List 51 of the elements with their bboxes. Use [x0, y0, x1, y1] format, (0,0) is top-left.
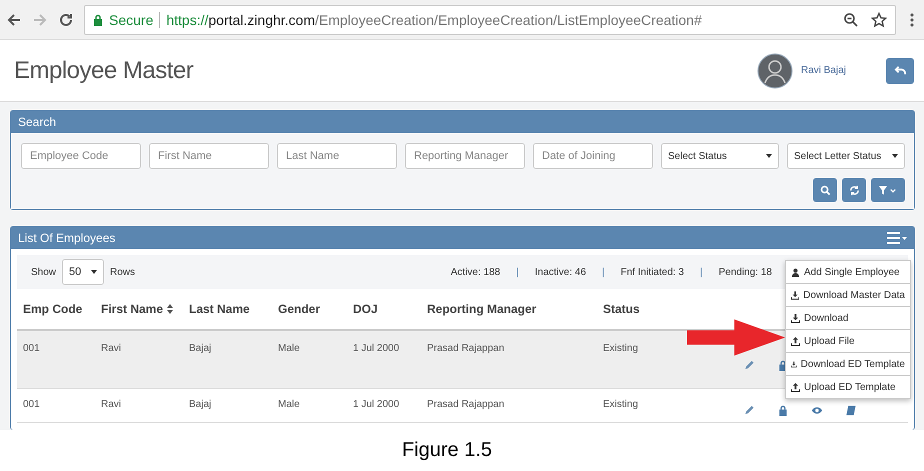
status-count: Fnf Initiated: 3: [620, 266, 684, 278]
table-cell: Ravi: [101, 399, 122, 410]
search-field[interactable]: Date of Joining: [533, 143, 653, 169]
table-cell: Ravi: [101, 343, 122, 354]
table-cell: Male: [278, 399, 300, 410]
separator: |: [516, 266, 519, 278]
user-name[interactable]: Ravi Bajaj: [800, 65, 846, 76]
status-count: Inactive: 46: [534, 266, 586, 278]
menu-item[interactable]: Download: [786, 307, 910, 330]
search-field[interactable]: Employee Code: [21, 143, 141, 169]
search-field[interactable]: Reporting Manager: [405, 143, 525, 169]
table-cell: 001: [23, 399, 40, 410]
table-cell: Existing: [603, 399, 638, 410]
status-count: Pending: 18: [718, 266, 772, 278]
table-cell: Prasad Rajappan: [427, 399, 504, 410]
column-header[interactable]: Gender: [278, 302, 320, 316]
table-cell: Male: [278, 343, 300, 354]
menu-item[interactable]: Download ED Template: [786, 353, 910, 376]
menu-item[interactable]: Upload File: [786, 330, 910, 353]
address-bar[interactable]: Secure https://portal.zinghr.com/EmployeeCreation/EmployeeCreation/ListEmployeeCreation#: [84, 4, 896, 34]
column-header[interactable]: Status: [603, 302, 640, 316]
column-header[interactable]: DOJ: [353, 302, 378, 316]
search-field[interactable]: Last Name: [277, 143, 397, 169]
show-label: Show: [31, 266, 56, 278]
table-cell: 001: [23, 343, 40, 354]
table-cell: Bajaj: [189, 343, 212, 354]
status-count: Active: 188: [450, 266, 500, 278]
separator: |: [602, 266, 605, 278]
secure-label: Secure: [109, 12, 154, 28]
column-header[interactable]: Last Name: [189, 302, 250, 316]
column-header[interactable]: Reporting Manager: [427, 302, 536, 316]
panel-title: Search: [18, 115, 56, 129]
menu-item[interactable]: Download Master Data: [786, 284, 910, 307]
column-header[interactable]: Emp Code: [23, 302, 82, 316]
table-cell: 1 Jul 2000: [353, 399, 400, 410]
url-text: https://portal.zinghr.com/EmployeeCreation/EmployeeCreation/ListEmployeeCreation#: [166, 12, 702, 28]
menu-item[interactable]: Add Single Employee: [786, 261, 910, 284]
figure-caption: Figure 1.5: [402, 439, 492, 462]
table-cell: Prasad Rajappan: [427, 343, 504, 354]
select-field[interactable]: Select Letter Status: [787, 143, 905, 169]
search-field[interactable]: First Name: [149, 143, 269, 169]
column-header[interactable]: First Name: [101, 302, 164, 316]
table-cell: Bajaj: [189, 399, 212, 410]
table-cell: Existing: [603, 343, 638, 354]
rows-label: Rows: [110, 266, 136, 278]
panel-title: List Of Employees: [18, 231, 116, 245]
page-title: Employee Master: [14, 56, 194, 84]
separator: |: [700, 266, 703, 278]
rows-select[interactable]: 50: [62, 259, 104, 285]
table-cell: 1 Jul 2000: [353, 343, 400, 354]
select-field[interactable]: Select Status: [661, 143, 779, 169]
